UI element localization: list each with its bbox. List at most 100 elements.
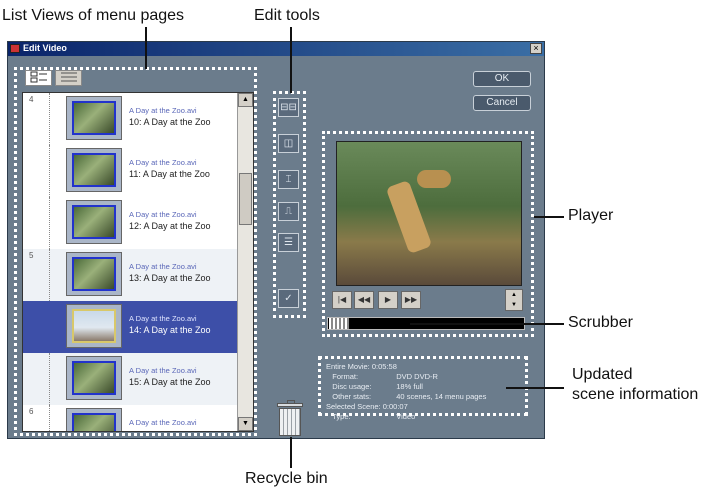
list-item[interactable]: A Day at the Zoo.avi 15: A Day at the Zo… bbox=[23, 353, 237, 405]
type-label: Type: bbox=[332, 412, 351, 421]
combine-scenes-icon: ⊟⊟ bbox=[280, 102, 297, 113]
tree-line bbox=[49, 353, 50, 405]
scroll-up-icon[interactable]: ▲ bbox=[238, 93, 253, 107]
callout-line bbox=[290, 437, 292, 468]
scene-info-panel: Entire Movie: 0:05:58 Format: DVD DVD-R D… bbox=[326, 362, 486, 422]
other-stats-value: 40 scenes, 14 menu pages bbox=[396, 392, 487, 401]
chapter-list-button[interactable]: ☰ bbox=[278, 233, 299, 252]
scene-list: 4 A Day at the Zoo.avi 10: A Day at the … bbox=[22, 92, 254, 432]
tree-line bbox=[49, 405, 50, 431]
thumbnail-list-icon bbox=[30, 71, 47, 83]
go-to-start-button[interactable]: |◀ bbox=[332, 291, 352, 309]
list-item[interactable]: 4 A Day at the Zoo.avi 10: A Day at the … bbox=[23, 93, 237, 145]
rewind-button[interactable]: ◀◀ bbox=[354, 291, 374, 309]
play-button[interactable]: ▶ bbox=[378, 291, 398, 309]
tree-line bbox=[49, 197, 50, 249]
text-list-icon bbox=[60, 72, 77, 82]
menu-page-number: 4 bbox=[29, 95, 34, 104]
scene-thumbnail bbox=[66, 148, 122, 192]
cancel-button[interactable]: Cancel bbox=[473, 95, 531, 111]
callout-line bbox=[534, 216, 564, 218]
properties-icon: ✓ bbox=[284, 293, 293, 304]
tree-line bbox=[49, 249, 50, 301]
menu-page-number: 5 bbox=[29, 251, 34, 260]
play-icon: ▶ bbox=[384, 295, 392, 304]
other-stats-label: Other stats: bbox=[332, 392, 372, 401]
scene-title: 13: A Day at the Zoo bbox=[129, 273, 211, 283]
tree-line bbox=[49, 93, 50, 145]
scene-file: A Day at the Zoo.avi bbox=[129, 106, 197, 115]
callout-scrubber: Scrubber bbox=[568, 314, 633, 331]
callout-updated-line1: Updated bbox=[572, 366, 633, 383]
callout-line bbox=[506, 387, 564, 389]
trim-icon: ⎍ bbox=[285, 206, 292, 217]
bin-body bbox=[279, 408, 301, 436]
tab-text-view[interactable] bbox=[55, 70, 82, 86]
format-value: DVD DVD-R bbox=[396, 372, 438, 381]
scene-title: 15: A Day at the Zoo bbox=[129, 377, 211, 387]
video-preview bbox=[336, 141, 522, 286]
close-button[interactable]: × bbox=[530, 43, 542, 54]
disc-usage-value: 18% full bbox=[396, 382, 423, 391]
scrollbar-thumb[interactable] bbox=[239, 173, 252, 225]
scene-thumbnail bbox=[66, 356, 122, 400]
trim-button[interactable]: ⎍ bbox=[278, 202, 299, 221]
callout-updated-line2: scene information bbox=[572, 386, 699, 403]
scrubber-handle[interactable] bbox=[329, 318, 349, 329]
list-scrollbar[interactable]: ▲ ▼ bbox=[237, 93, 253, 431]
scene-thumbnail bbox=[66, 252, 122, 296]
split-at-frame-icon: ⌶ bbox=[285, 174, 292, 185]
split-scene-icon: ◫ bbox=[283, 138, 294, 149]
scene-thumbnail bbox=[66, 96, 122, 140]
format-label: Format: bbox=[332, 372, 359, 381]
list-item[interactable]: A Day at the Zoo.avi 11: A Day at the Zo… bbox=[23, 145, 237, 197]
scene-thumbnail bbox=[66, 304, 122, 348]
list-item[interactable]: 6 A Day at the Zoo.avi bbox=[23, 405, 237, 431]
scene-title: 14: A Day at the Zoo bbox=[129, 325, 211, 335]
selected-scene-label: Selected Scene: bbox=[326, 402, 381, 411]
callout-edit-tools: Edit tools bbox=[254, 7, 320, 24]
type-value: Video bbox=[396, 412, 416, 421]
scene-file: A Day at the Zoo.avi bbox=[129, 314, 197, 323]
split-at-frame-button[interactable]: ⌶ bbox=[278, 170, 299, 189]
giraffe-head bbox=[417, 170, 451, 188]
scene-thumbnail bbox=[66, 200, 122, 244]
scene-file: A Day at the Zoo.avi bbox=[129, 418, 197, 427]
scroll-down-icon[interactable]: ▼ bbox=[238, 417, 253, 431]
scene-title: 10: A Day at the Zoo bbox=[129, 117, 211, 127]
entire-movie-value: 0:05:58 bbox=[371, 362, 397, 371]
go-to-start-icon: |◀ bbox=[337, 295, 347, 304]
list-item[interactable]: A Day at the Zoo.avi 12: A Day at the Zo… bbox=[23, 197, 237, 249]
ok-button[interactable]: OK bbox=[473, 71, 531, 87]
scene-title: 11: A Day at the Zoo bbox=[129, 169, 210, 179]
scene-title: 12: A Day at the Zoo bbox=[129, 221, 211, 231]
fast-forward-button[interactable]: ▶▶ bbox=[401, 291, 421, 309]
list-item-selected[interactable]: A Day at the Zoo.avi 14: A Day at the Zo… bbox=[23, 301, 237, 353]
properties-button[interactable]: ✓ bbox=[278, 289, 299, 308]
scene-thumbnail bbox=[66, 408, 122, 431]
title-bar: Edit Video × bbox=[8, 42, 544, 56]
list-item[interactable]: 5 A Day at the Zoo.avi 13: A Day at the … bbox=[23, 249, 237, 301]
scene-file: A Day at the Zoo.avi bbox=[129, 366, 197, 375]
giraffe-neck bbox=[385, 180, 433, 254]
callout-player: Player bbox=[568, 207, 614, 224]
combine-scenes-button[interactable]: ⊟⊟ bbox=[278, 98, 299, 117]
rewind-icon: ◀◀ bbox=[357, 295, 371, 304]
frame-stepper[interactable]: ▲ ▼ bbox=[505, 289, 523, 311]
callout-line bbox=[290, 27, 292, 93]
entire-movie-label: Entire Movie: bbox=[326, 362, 370, 371]
recycle-bin-icon[interactable] bbox=[277, 400, 303, 437]
split-scene-button[interactable]: ◫ bbox=[278, 134, 299, 153]
scene-file: A Day at the Zoo.avi bbox=[129, 210, 197, 219]
selected-scene-value: 0:00:07 bbox=[382, 402, 408, 411]
disc-usage-label: Disc usage: bbox=[332, 382, 372, 391]
callout-list-views: List Views of menu pages bbox=[2, 7, 185, 24]
window-title: Edit Video bbox=[23, 43, 67, 53]
callout-recycle-bin: Recycle bin bbox=[245, 470, 328, 487]
bin-lid bbox=[277, 403, 303, 407]
menu-page-number: 6 bbox=[29, 407, 34, 416]
tab-thumbnail-view[interactable] bbox=[25, 70, 52, 86]
scene-file: A Day at the Zoo.avi bbox=[129, 262, 197, 271]
chapter-list-icon: ☰ bbox=[284, 237, 293, 248]
scene-file: A Day at the Zoo.avi bbox=[129, 158, 197, 167]
